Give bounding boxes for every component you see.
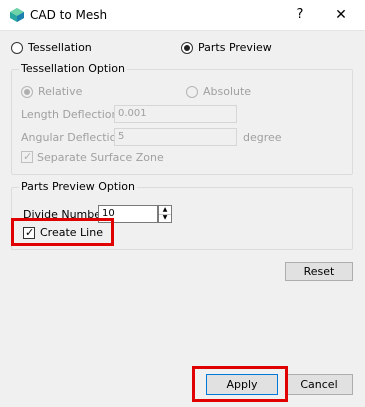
relative-radio[interactable]: [21, 86, 33, 98]
relative-radio-label[interactable]: Relative: [38, 85, 82, 98]
window-title: CAD to Mesh: [30, 8, 108, 22]
spin-down-icon[interactable]: ▼: [159, 214, 171, 222]
checkmark-icon: ✓: [23, 150, 33, 163]
title-bar: CAD to Mesh ? ✕: [0, 0, 365, 31]
parts-preview-radio-label[interactable]: Parts Preview: [198, 41, 272, 54]
tessellation-option-title: Tessellation Option: [19, 62, 127, 75]
reset-button[interactable]: Reset: [285, 262, 353, 281]
create-line-highlight: [11, 218, 114, 246]
length-deflection-label: Length Deflection: [21, 108, 119, 121]
app-icon: [10, 8, 24, 22]
parts-preview-radio[interactable]: [181, 42, 193, 54]
close-button[interactable]: ✕: [326, 4, 356, 26]
help-button[interactable]: ?: [285, 4, 315, 26]
angular-deflection-input[interactable]: 5: [114, 128, 237, 146]
angular-unit-label: degree: [243, 131, 282, 144]
cancel-button[interactable]: Cancel: [285, 374, 353, 395]
absolute-radio-label[interactable]: Absolute: [203, 85, 251, 98]
angular-deflection-label: Angular Deflection: [21, 131, 124, 144]
separate-surface-zone-checkbox[interactable]: ✓: [21, 151, 33, 163]
absolute-radio[interactable]: [186, 86, 198, 98]
divide-number-spinner[interactable]: ▲ ▼: [158, 205, 172, 223]
parts-preview-option-title: Parts Preview Option: [19, 180, 137, 193]
tessellation-radio-label[interactable]: Tessellation: [28, 41, 92, 54]
separate-surface-zone-label[interactable]: Separate Surface Zone: [37, 151, 164, 164]
tessellation-radio[interactable]: [11, 42, 23, 54]
apply-highlight: [192, 366, 288, 402]
length-deflection-input[interactable]: 0.001: [114, 105, 237, 123]
